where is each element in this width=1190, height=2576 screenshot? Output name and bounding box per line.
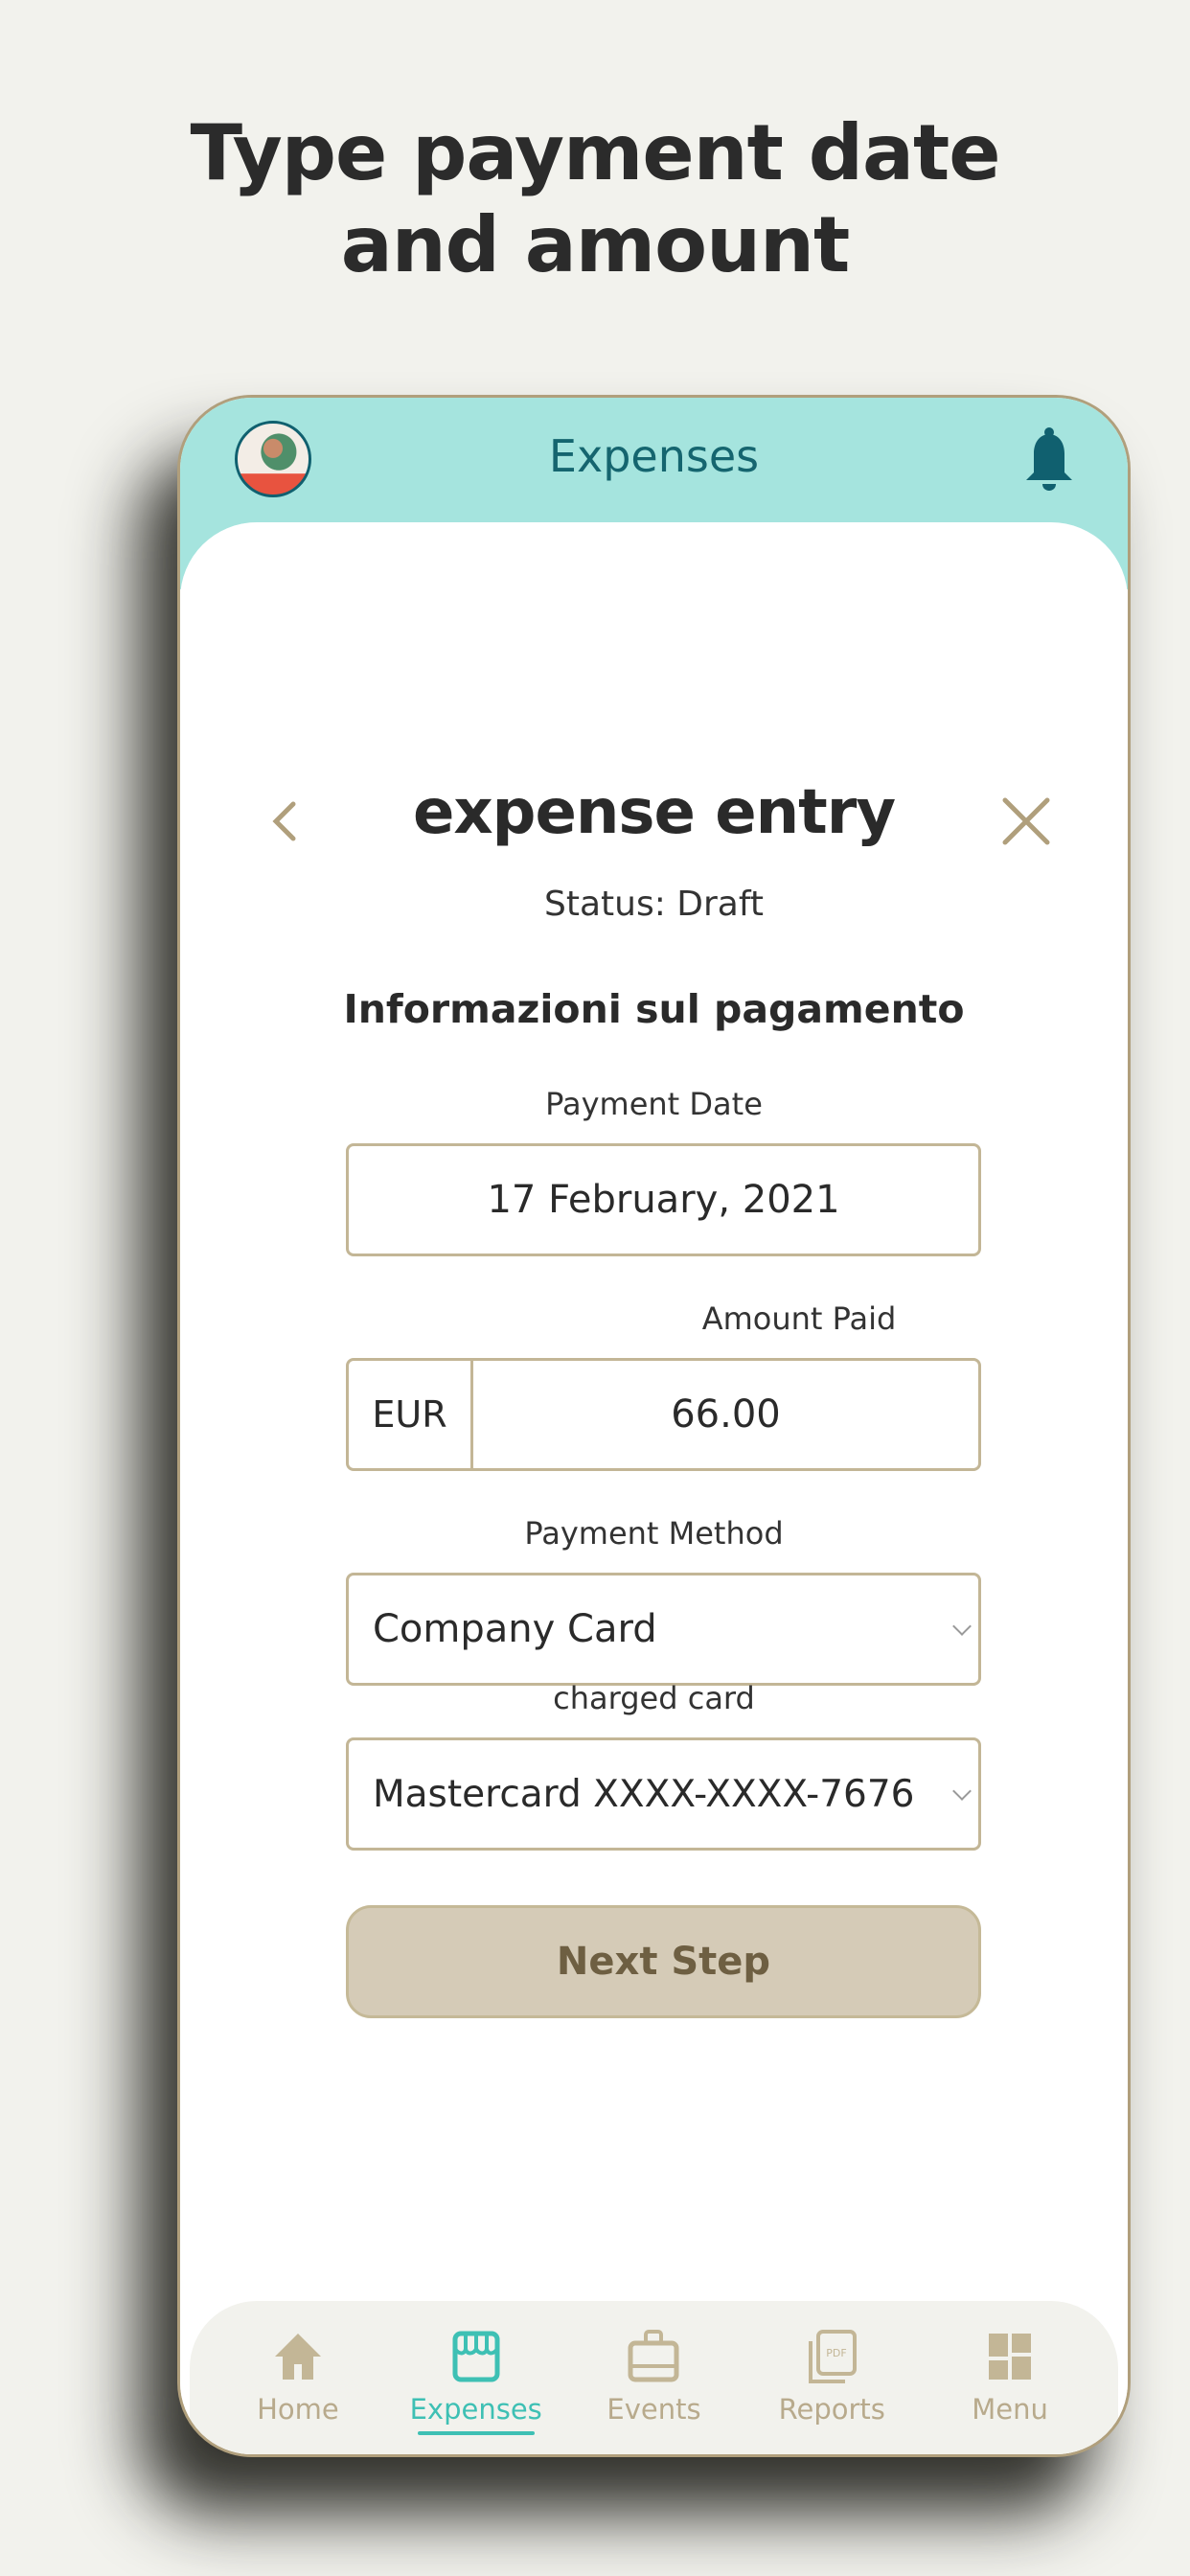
payment-date-value: 17 February, 2021: [487, 1178, 840, 1222]
nav-label: Menu: [972, 2393, 1048, 2426]
payment-method-select[interactable]: Company Card: [346, 1573, 981, 1686]
nav-label: Events: [606, 2393, 701, 2426]
nav-item-events[interactable]: Events: [572, 2328, 735, 2426]
amount-paid-label: Amount Paid: [701, 1300, 897, 1337]
storefront-icon: [452, 2331, 500, 2382]
charged-card-select[interactable]: Mastercard XXXX-XXXX-7676: [346, 1737, 981, 1851]
bell-icon[interactable]: [1020, 426, 1078, 492]
nav-label: Reports: [778, 2393, 885, 2426]
nav-item-menu[interactable]: Menu: [928, 2328, 1091, 2426]
close-icon[interactable]: [999, 794, 1053, 848]
nav-label: Home: [257, 2393, 339, 2426]
active-tab-indicator: [417, 2431, 535, 2435]
app-title: Expenses: [548, 430, 760, 482]
briefcase-icon: [628, 2330, 679, 2382]
headline-line-1: Type payment date: [190, 108, 1001, 197]
phone-frame: Expenses expense entry Status: Draft Inf…: [177, 395, 1131, 2457]
payment-method-label: Payment Method: [524, 1515, 784, 1552]
nav-item-expenses[interactable]: Expenses: [395, 2328, 558, 2435]
payment-date-label: Payment Date: [545, 1086, 763, 1122]
status-badge: Status: Draft: [543, 885, 765, 924]
currency-selector[interactable]: EUR: [349, 1361, 473, 1468]
amount-input[interactable]: 66.00: [473, 1392, 978, 1437]
svg-text:PDF: PDF: [827, 2347, 847, 2359]
promo-headline: Type payment date and amount: [0, 107, 1190, 291]
charged-card-value: Mastercard XXXX-XXXX-7676: [373, 1772, 915, 1816]
amount-paid-field: EUR 66.00: [346, 1358, 981, 1471]
payment-method-value: Company Card: [373, 1607, 657, 1651]
nav-item-reports[interactable]: PDF Reports: [750, 2328, 913, 2426]
content-card: expense entry Status: Draft Informazioni…: [180, 522, 1128, 2454]
charged-card-label: charged card: [553, 1680, 755, 1716]
dashboard-grid-icon: [989, 2334, 1032, 2380]
page-title: expense entry: [412, 777, 896, 848]
pdf-document-icon: PDF: [809, 2330, 858, 2383]
bottom-navigation: Home Expenses Events PDF Reports Menu: [190, 2301, 1118, 2454]
nav-item-home[interactable]: Home: [217, 2328, 379, 2426]
section-title: Informazioni sul pagamento: [343, 986, 965, 1032]
next-step-button[interactable]: Next Step: [346, 1905, 981, 2018]
nav-label: Expenses: [409, 2393, 542, 2426]
headline-line-2: and amount: [340, 200, 851, 289]
home-icon: [274, 2334, 321, 2380]
payment-date-field[interactable]: 17 February, 2021: [346, 1143, 981, 1256]
